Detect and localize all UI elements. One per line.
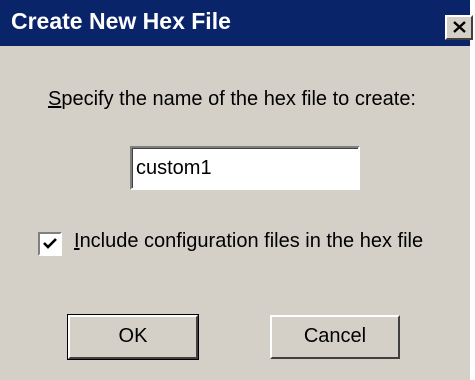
include-config-checkbox[interactable] (38, 232, 62, 256)
checkbox-text: nclude configuration files in the hex fi… (79, 230, 424, 252)
prompt-mnemonic: S (48, 88, 62, 110)
close-icon (453, 21, 466, 33)
checkmark-icon (43, 238, 57, 249)
dialog-title: Create New Hex File (11, 8, 231, 34)
cancel-button[interactable]: Cancel (270, 315, 400, 359)
close-button[interactable] (445, 15, 473, 40)
ok-button[interactable]: OK (67, 314, 199, 360)
hex-name-input[interactable] (130, 146, 360, 190)
include-config-label[interactable]: Include configuration files in the hex f… (74, 230, 423, 253)
create-hex-dialog: Create New Hex File Specify the name of … (0, 0, 475, 380)
hex-name-prompt: Specify the name of the hex file to crea… (48, 88, 416, 111)
prompt-text: pecify the name of the hex file to creat… (61, 88, 416, 110)
title-bar[interactable]: Create New Hex File (0, 0, 473, 46)
